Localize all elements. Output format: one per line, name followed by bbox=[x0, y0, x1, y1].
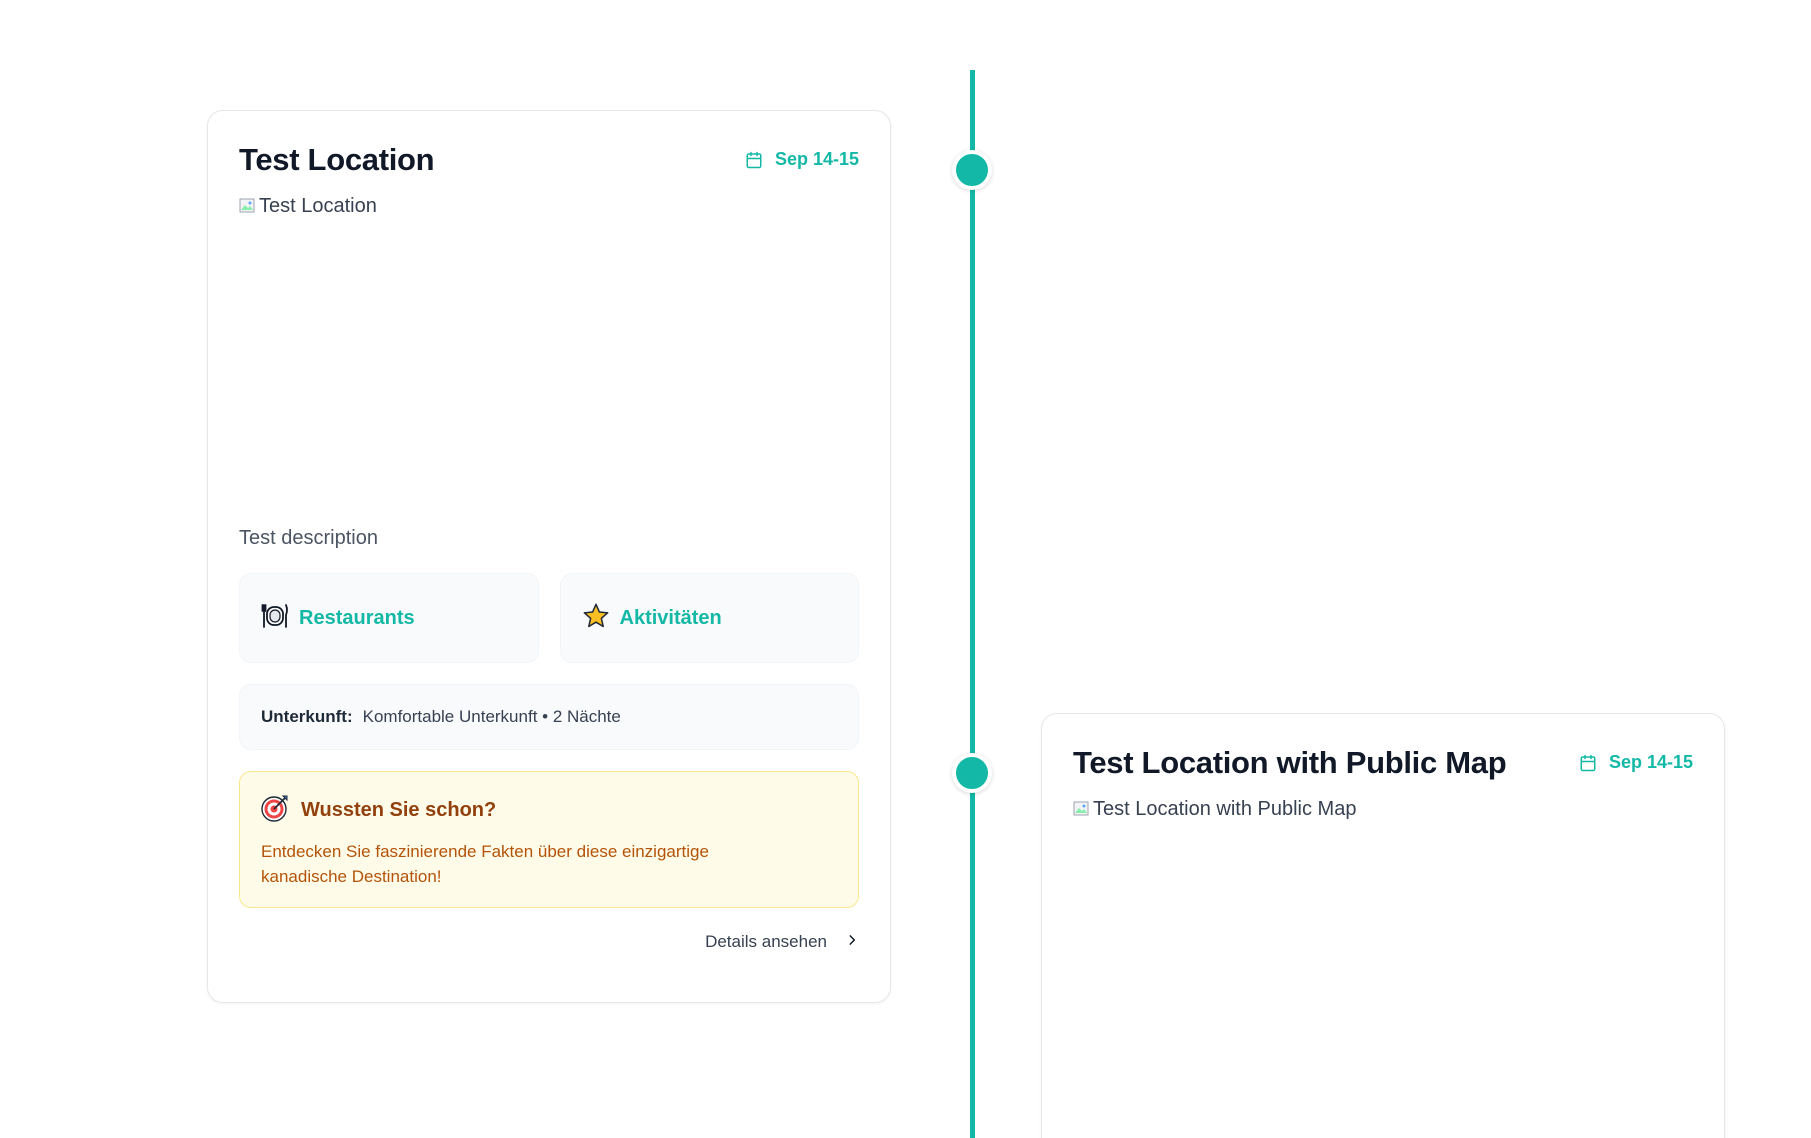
fact-text: Entdecken Sie faszinierende Fakten über … bbox=[261, 842, 709, 886]
date-label: Sep 14-15 bbox=[774, 149, 859, 169]
timeline-dot bbox=[952, 150, 992, 190]
quick-links: Restaurants Aktivitäten bbox=[239, 573, 859, 663]
star-icon bbox=[582, 602, 610, 635]
card-header: Test Location with Public Map Sep 14-15 bbox=[1073, 744, 1693, 786]
location-card: Test Location with Public Map Sep 14-15 bbox=[1041, 713, 1725, 1138]
accommodation-info: Unterkunft: Komfortable Unterkunft • 2 N… bbox=[239, 684, 859, 750]
details-link[interactable]: Details ansehen bbox=[239, 932, 859, 952]
broken-image-icon bbox=[1073, 800, 1091, 818]
card-date: Sep 14-15 bbox=[1579, 752, 1693, 773]
card-title: Test Location bbox=[239, 142, 435, 177]
fun-fact-box: Wussten Sie schon? Entdecken Sie faszini… bbox=[239, 771, 859, 908]
restaurants-label: Restaurants bbox=[299, 606, 415, 629]
image-alt-text: Test Location with Public Map bbox=[1093, 798, 1357, 820]
target-icon bbox=[261, 794, 289, 827]
calendar-icon bbox=[745, 151, 763, 169]
card-description: Test description bbox=[239, 527, 378, 549]
plate-cutlery-icon bbox=[261, 602, 289, 635]
card-date: Sep 14-15 bbox=[745, 149, 859, 170]
details-label: Details ansehen bbox=[705, 932, 827, 951]
location-card: Test Location Sep 14-15 Test Location Te… bbox=[207, 110, 891, 1003]
chevron-right-icon bbox=[845, 932, 859, 952]
calendar-icon bbox=[1579, 754, 1597, 772]
broken-image-icon bbox=[239, 197, 257, 215]
activities-button[interactable]: Aktivitäten bbox=[559, 573, 859, 663]
card-title: Test Location with Public Map bbox=[1073, 745, 1507, 780]
timeline-page: Test Location Sep 14-15 Test Location Te… bbox=[0, 0, 1811, 1138]
activities-label: Aktivitäten bbox=[619, 606, 722, 629]
location-image: Test Location bbox=[239, 195, 859, 525]
restaurants-button[interactable]: Restaurants bbox=[239, 573, 539, 663]
accommodation-value: Komfortable Unterkunft • 2 Nächte bbox=[362, 707, 621, 726]
timeline-line bbox=[970, 70, 975, 1138]
fact-title: Wussten Sie schon? bbox=[301, 799, 497, 821]
date-label: Sep 14-15 bbox=[1608, 752, 1693, 772]
image-alt-text: Test Location bbox=[259, 195, 377, 217]
card-header: Test Location Sep 14-15 bbox=[239, 141, 859, 183]
fact-title-row: Wussten Sie schon? bbox=[261, 794, 837, 827]
location-image: Test Location with Public Map bbox=[1073, 798, 1693, 1128]
accommodation-label: Unterkunft: bbox=[261, 707, 353, 726]
timeline-dot bbox=[952, 753, 992, 793]
